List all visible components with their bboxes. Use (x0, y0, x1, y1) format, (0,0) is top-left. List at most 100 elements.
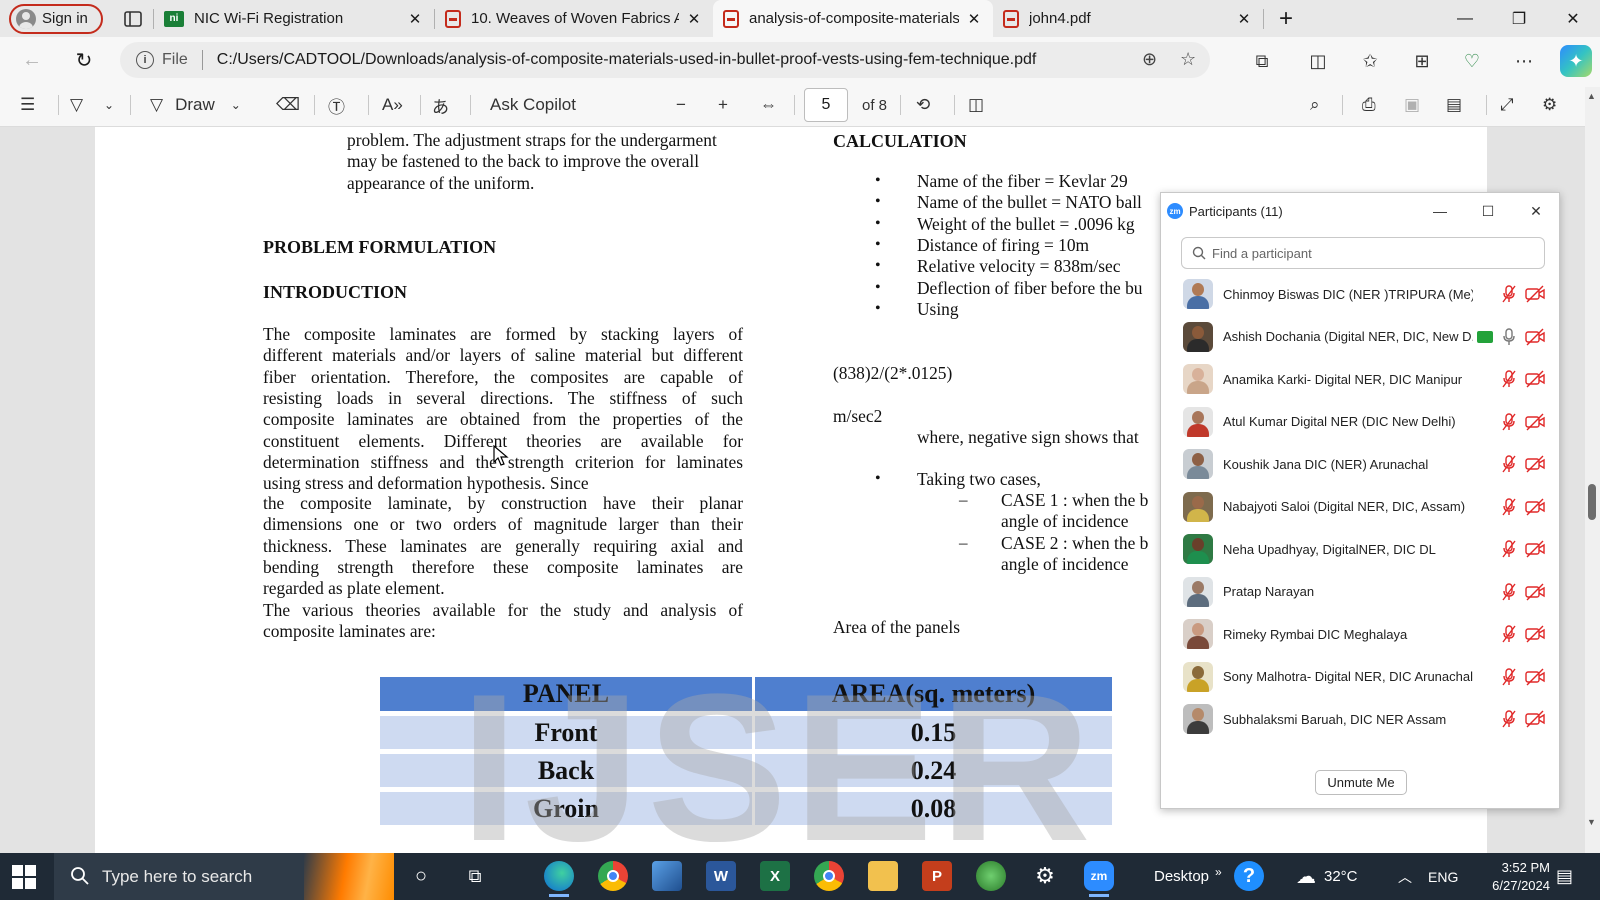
back-button[interactable]: ← (12, 42, 52, 78)
minimize-button[interactable]: — (1438, 0, 1492, 37)
chevron-down-icon[interactable]: ⌄ (104, 91, 114, 119)
word-icon[interactable]: W (706, 861, 736, 891)
excel-icon[interactable]: X (760, 861, 790, 891)
tab-weaves-pdf[interactable]: 10. Weaves of Woven Fabrics Aut ✕ (435, 0, 713, 37)
participant-row[interactable]: Rimeky Rymbai DIC Meghalaya (1161, 613, 1559, 655)
favorites-icon[interactable]: ✩ (1356, 47, 1384, 75)
chrome-icon[interactable] (598, 861, 628, 891)
zoom-in-icon[interactable]: ⊕ (1142, 49, 1157, 70)
participant-row[interactable]: Subhalaksmi Baruah, DIC NER Assam (1161, 698, 1559, 740)
scroll-down-icon[interactable]: ▼ (1587, 817, 1596, 827)
translate-icon[interactable]: あ (432, 91, 449, 119)
video-off-icon[interactable] (1525, 710, 1545, 728)
extensions-icon[interactable]: ⧉ (1248, 47, 1276, 75)
mic-muted-icon[interactable] (1501, 412, 1517, 431)
mic-muted-icon[interactable] (1501, 582, 1517, 601)
participant-row[interactable]: Chinmoy Biswas DIC (NER )TRIPURA (Me) (1161, 273, 1559, 315)
mic-muted-icon[interactable] (1501, 667, 1517, 686)
video-off-icon[interactable] (1525, 285, 1545, 303)
close-panel-button[interactable]: ✕ (1523, 199, 1549, 223)
close-icon[interactable]: ✕ (965, 10, 983, 28)
participant-row[interactable]: Pratap Narayan (1161, 571, 1559, 613)
desktop-toolbar[interactable]: Desktop » (1154, 853, 1222, 900)
participant-row[interactable]: Sony Malhotra- Digital NER, DIC Arunacha… (1161, 656, 1559, 698)
mic-muted-icon[interactable] (1501, 455, 1517, 473)
app-icon[interactable] (652, 861, 682, 891)
notification-icon[interactable]: ▤ (1556, 853, 1573, 900)
add-text-icon[interactable]: Ⓣ (328, 91, 345, 119)
participant-row[interactable]: Atul Kumar Digital NER (DIC New Delhi) (1161, 401, 1559, 443)
tab-john4-pdf[interactable]: john4.pdf ✕ (993, 0, 1263, 37)
minimize-button[interactable]: — (1427, 199, 1453, 223)
settings-gear-icon[interactable]: ⚙ (1542, 91, 1557, 119)
save-icon[interactable]: ▣ (1404, 91, 1420, 119)
fullscreen-icon[interactable]: ⤢ (1500, 91, 1514, 119)
unmute-me-button[interactable]: Unmute Me (1315, 770, 1407, 795)
task-view-icon[interactable]: ⧉ (460, 861, 490, 891)
refresh-button[interactable]: ↻ (64, 42, 104, 78)
video-off-icon[interactable] (1525, 413, 1545, 431)
mic-muted-icon[interactable] (1501, 625, 1517, 643)
powerpoint-icon[interactable]: P (922, 861, 952, 891)
video-off-icon[interactable] (1525, 540, 1545, 558)
split-screen-icon[interactable]: ◫ (1304, 47, 1332, 75)
tab-actions-button[interactable] (113, 4, 153, 34)
close-icon[interactable]: ✕ (685, 10, 703, 28)
highlight-icon[interactable]: ▽ (70, 91, 83, 119)
draw-button[interactable]: ▽ Draw ⌄ (150, 91, 241, 119)
mic-muted-icon[interactable] (1501, 370, 1517, 388)
clock[interactable]: 3:52 PM 6/27/2024 (1470, 853, 1550, 900)
start-button[interactable] (12, 865, 36, 889)
chrome-icon[interactable] (814, 861, 844, 891)
participant-row[interactable]: Anamika Karki- Digital NER, DIC Manipur (1161, 358, 1559, 400)
zoom-icon[interactable]: zm (1084, 861, 1114, 897)
video-off-icon[interactable] (1525, 370, 1545, 388)
read-aloud-icon[interactable]: A» (382, 91, 403, 119)
favorite-star-icon[interactable]: ☆ (1180, 49, 1196, 70)
video-off-icon[interactable] (1525, 498, 1545, 516)
url-text[interactable]: C:/Users/CADTOOL/Downloads/analysis-of-c… (217, 51, 1037, 69)
mic-muted-icon[interactable] (1501, 285, 1517, 303)
video-off-icon[interactable] (1525, 668, 1545, 686)
tab-nic-wifi[interactable]: ni NIC Wi-Fi Registration ✕ (154, 0, 434, 37)
info-icon[interactable]: i (136, 51, 154, 69)
weather-widget[interactable]: ☁ 32°C (1296, 853, 1358, 900)
video-off-icon[interactable] (1525, 625, 1545, 643)
video-off-icon[interactable] (1525, 583, 1545, 601)
browser-essentials-icon[interactable]: ♡ (1458, 47, 1486, 75)
restore-button[interactable]: ❐ (1492, 0, 1546, 37)
taskbar-search-box[interactable]: Type here to search (54, 853, 394, 900)
copilot-icon[interactable]: ✦ (1560, 45, 1592, 77)
maximize-button[interactable]: ☐ (1475, 199, 1501, 223)
zoom-in-icon[interactable]: + (718, 91, 728, 119)
page-number-input[interactable]: 5 (804, 88, 848, 122)
mic-muted-icon[interactable] (1501, 710, 1517, 728)
collections-icon[interactable]: ⊞ (1408, 47, 1436, 75)
participant-search-input[interactable]: Find a participant (1181, 237, 1545, 269)
address-bar[interactable]: i File C:/Users/CADTOOL/Downloads/analys… (120, 42, 1210, 78)
search-icon[interactable]: ⌕ (1310, 91, 1320, 119)
ask-copilot-button[interactable]: Ask Copilot (490, 91, 576, 119)
more-options-icon[interactable]: ⋯ (1510, 47, 1538, 75)
scrollbar-thumb[interactable] (1588, 484, 1596, 520)
zoom-out-icon[interactable]: − (676, 91, 686, 119)
close-icon[interactable]: ✕ (406, 10, 424, 28)
scroll-up-icon[interactable]: ▲ (1587, 91, 1596, 101)
cortana-icon[interactable]: ○ (406, 861, 436, 891)
page-view-icon[interactable]: ◫ (968, 91, 984, 119)
video-off-icon[interactable] (1525, 328, 1545, 346)
print-icon[interactable]: ⎙ (1362, 91, 1376, 119)
mic-muted-icon[interactable] (1501, 497, 1517, 516)
contents-icon[interactable]: ☰ (20, 91, 35, 119)
close-icon[interactable]: ✕ (1235, 10, 1253, 28)
file-explorer-icon[interactable] (868, 861, 898, 891)
participant-row[interactable]: Koushik Jana DIC (NER) Arunachal (1161, 443, 1559, 485)
globe-icon[interactable] (976, 861, 1006, 891)
video-off-icon[interactable] (1525, 455, 1545, 473)
save-as-icon[interactable]: ▤ (1446, 91, 1462, 119)
sign-in-button[interactable]: Sign in (9, 3, 103, 34)
mic-muted-icon[interactable] (1501, 540, 1517, 558)
participant-row[interactable]: Ashish Dochania (Digital NER, DIC, New D… (1161, 316, 1559, 358)
fit-width-icon[interactable]: ⇔ (760, 91, 777, 119)
participant-row[interactable]: Neha Upadhyay, DigitalNER, DIC DL (1161, 528, 1559, 570)
